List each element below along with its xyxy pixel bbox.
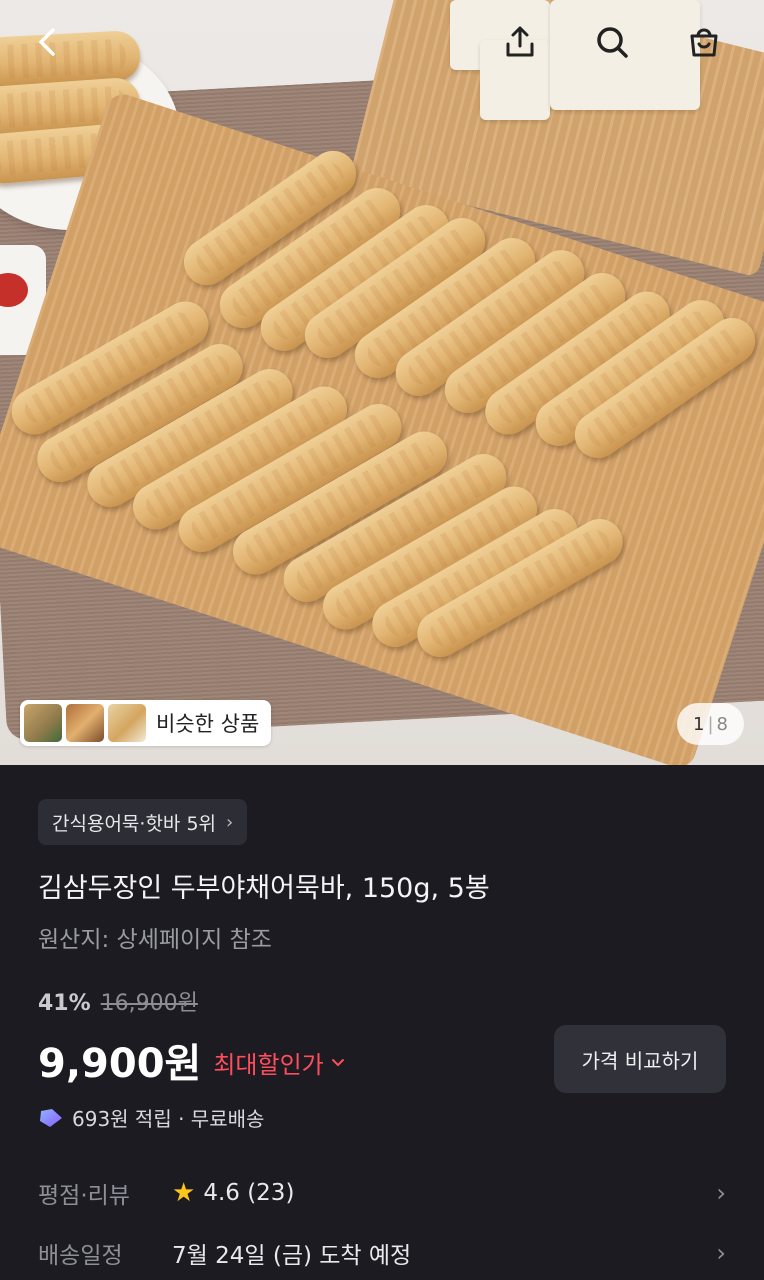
search-button[interactable] <box>588 18 636 66</box>
back-button[interactable] <box>24 18 72 66</box>
share-icon <box>506 26 534 57</box>
product-image[interactable]: 비슷한 상품 1 | 8 <box>0 0 764 765</box>
rating-value: 4.6 (23) <box>203 1180 295 1206</box>
price-row: 9,900원 최대할인가 <box>38 1031 346 1089</box>
product-origin: 원산지: 상세페이지 참조 <box>38 927 272 953</box>
cart-button[interactable] <box>680 18 728 66</box>
similar-products-button[interactable]: 비슷한 상품 <box>20 700 272 746</box>
rank-label: 간식용어묵·핫바 5위 <box>52 812 217 835</box>
discount-rate: 41% <box>38 991 91 1016</box>
chevron-right-icon: › <box>226 811 234 833</box>
category-rank-badge[interactable]: 간식용어묵·핫바 5위 › <box>38 799 248 845</box>
star-icon: ★ <box>172 1178 196 1208</box>
pager-separator: | <box>707 713 714 735</box>
pager-current: 1 <box>693 713 705 735</box>
similar-thumb <box>24 704 62 742</box>
chevron-right-icon: › <box>716 1179 726 1207</box>
image-pager: 1 | 8 <box>677 703 744 745</box>
points-icon <box>40 1108 62 1127</box>
delivery-value: 7월 24일 (금) 도착 예정 <box>172 1243 412 1269</box>
product-title: 김삼두장인 두부야채어묵바, 150g, 5봉 <box>38 873 490 904</box>
similar-products-label: 비슷한 상품 <box>156 712 260 736</box>
chevron-down-icon <box>331 1059 344 1066</box>
similar-thumb <box>66 704 104 742</box>
rating-review-row[interactable]: 평점·리뷰 ★ 4.6 (23) › <box>38 1176 726 1210</box>
points-shipping-row: 693원 적립 · 무료배송 <box>38 1103 264 1132</box>
points-text: 693원 적립 · 무료배송 <box>72 1107 265 1131</box>
chevron-right-icon: › <box>716 1239 726 1267</box>
rating-label: 평점·리뷰 <box>38 1183 130 1209</box>
rating-value-group: ★ 4.6 (23) <box>172 1178 294 1208</box>
discount-row: 41% 16,900원 <box>38 985 198 1017</box>
delivery-schedule-row[interactable]: 배송일정 7월 24일 (금) 도착 예정 › <box>38 1236 726 1270</box>
cart-icon <box>690 28 718 57</box>
delivery-label: 배송일정 <box>38 1243 123 1269</box>
max-discount-toggle[interactable]: 최대할인가 <box>213 1045 345 1080</box>
max-discount-label: 최대할인가 <box>213 1050 324 1079</box>
back-arrow-icon <box>39 28 55 56</box>
pager-total: 8 <box>716 713 728 735</box>
compare-price-button[interactable]: 가격 비교하기 <box>554 1025 726 1093</box>
original-price: 16,900원 <box>100 991 198 1016</box>
sale-price: 9,900원 <box>38 1041 202 1087</box>
similar-thumb <box>108 704 146 742</box>
search-icon <box>597 27 628 58</box>
share-button[interactable] <box>496 18 544 66</box>
